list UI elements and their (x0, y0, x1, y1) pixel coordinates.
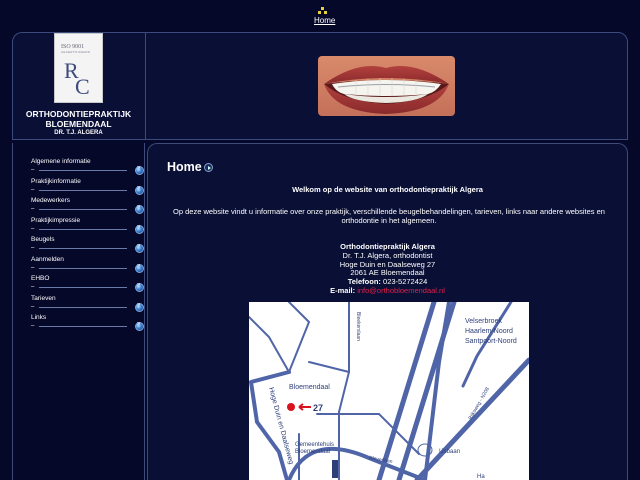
address-name: Orthodontiepraktijk Algera (340, 242, 435, 251)
address-phone: Telefoon: 023-5272424 (147, 277, 628, 286)
sidebar-item-beugels[interactable]: Beugels – (19, 236, 144, 255)
location-pin-icon (287, 403, 295, 411)
sidebar-item-dash: – (31, 284, 35, 290)
sidebar-item-medewerkers[interactable]: Medewerkers – (19, 197, 144, 216)
sidebar-item-praktijkinformatie[interactable]: Praktijkinformatie – (19, 178, 144, 197)
home-link[interactable]: Home (314, 16, 335, 25)
map-label-ijsbaan: IJsbaan (439, 449, 460, 455)
sidebar-item-dash: – (31, 304, 35, 310)
sidebar-divider (39, 307, 127, 308)
smile-photo (318, 56, 455, 116)
sidebar-item-label: Algemene informatie (31, 158, 91, 165)
sidebar-item-label: Links (31, 314, 47, 321)
arrow-bullet-icon[interactable] (135, 321, 144, 331)
arrow-bullet-icon[interactable] (135, 302, 144, 312)
phone-number: 023-5272424 (383, 277, 428, 286)
email-link[interactable]: info@orthobloemendaal.nl (357, 286, 445, 295)
map-label-velserbroek: Velserbroek (465, 318, 502, 325)
intro-text: Op deze website vindt u informatie over … (173, 207, 605, 225)
arrow-bullet-icon[interactable] (135, 243, 144, 253)
sidebar-item-ehbo[interactable]: EHBO – (19, 275, 144, 294)
practice-name-line1: ORTHODONTIEPRAKTIJK (25, 109, 132, 119)
arrow-circle-icon (204, 163, 213, 172)
sidebar-divider (39, 229, 127, 230)
map-label-gemeentehuis: Gemeentehuis (295, 442, 334, 448)
sidebar-item-label: Praktijkinformatie (31, 178, 81, 185)
arrow-bullet-icon[interactable] (135, 263, 144, 273)
sidebar-item-aanmelden[interactable]: Aanmelden – (19, 256, 144, 275)
sidebar-item-links[interactable]: Links – (19, 314, 144, 333)
map-label-bleekerslaan: Bleekerslaan (355, 312, 361, 341)
address-email: E-mail: info@orthobloemendaal.nl (147, 286, 628, 295)
sidebar-divider (39, 170, 127, 171)
sidebar-item-algemene-informatie[interactable]: Algemene informatie – (19, 158, 144, 177)
location-map[interactable]: 27 Velserbroek Haarlem-Noord Santpoort-N… (249, 302, 529, 480)
svg-text:C: C (75, 74, 90, 98)
sidebar-item-dash: – (31, 187, 35, 193)
sidebar-item-dash: – (31, 206, 35, 212)
sidebar-item-dash: – (31, 323, 35, 329)
map-number: 27 (313, 403, 323, 413)
sidebar-item-label: Medewerkers (31, 197, 71, 204)
map-label-santpoort-noord: Santpoort-Noord (465, 338, 517, 345)
address-doctor: Dr. T.J. Algera, orthodontist (342, 251, 433, 260)
map-label-bloemendaal: Bloemendaal (289, 384, 330, 391)
sidebar-divider (39, 190, 127, 191)
sidebar-item-label: Praktijkimpressie (31, 217, 81, 224)
smile-image (318, 56, 455, 116)
sidebar-item-dash: – (31, 226, 35, 232)
arrow-bullet-icon[interactable] (135, 282, 144, 292)
practice-name-line2: BLOEMENDAAL (45, 119, 112, 129)
sidebar-divider (39, 209, 127, 210)
sidebar-divider (39, 287, 127, 288)
address-city: 2061 AE Bloemendaal (350, 268, 425, 277)
sidebar-item-label: Tarieven (31, 295, 56, 302)
sidebar-item-praktijkimpressie[interactable]: Praktijkimpressie – (19, 217, 144, 236)
practice-doctor: DR. T.J. ALGERA (54, 130, 103, 136)
page-title: Home (167, 160, 202, 174)
map-label-haarlem-noord: Haarlem-Noord (465, 328, 513, 335)
sidebar-divider (39, 268, 127, 269)
home-dots-icon[interactable] (318, 7, 328, 15)
arrow-bullet-icon[interactable] (135, 224, 144, 234)
sidebar-item-tarieven[interactable]: Tarieven – (19, 295, 144, 314)
sidebar-item-dash: – (31, 167, 35, 173)
sidebar-item-label: Aanmelden (31, 256, 64, 263)
sidebar-item-dash: – (31, 265, 35, 271)
sidebar-item-dash: – (31, 245, 35, 251)
rc-monogram-icon: R C (64, 58, 90, 98)
logo[interactable]: ISO 9001 GECERTIFICEERD R C (54, 33, 103, 103)
sidebar-item-label: Beugels (31, 236, 55, 243)
top-bar: Home (0, 0, 640, 30)
map-label-gemeentehuis-2: Bloemendaal (295, 449, 330, 455)
sidebar-divider (39, 248, 127, 249)
practice-name: ORTHODONTIEPRAKTIJK BLOEMENDAAL (12, 109, 145, 129)
sidebar-item-label: EHBO (31, 275, 50, 282)
arrow-bullet-icon[interactable] (135, 165, 144, 175)
email-label: E-mail: (330, 286, 356, 295)
map-label-extra: Ha (477, 474, 485, 480)
arrow-bullet-icon[interactable] (135, 185, 144, 195)
phone-label: Telefoon: (347, 277, 381, 286)
sidebar-divider (39, 326, 127, 327)
arrow-bullet-icon[interactable] (135, 204, 144, 214)
welcome-heading: Welkom op de website van orthodontieprak… (292, 185, 483, 194)
map-image: 27 Velserbroek Haarlem-Noord Santpoort-N… (249, 302, 529, 480)
